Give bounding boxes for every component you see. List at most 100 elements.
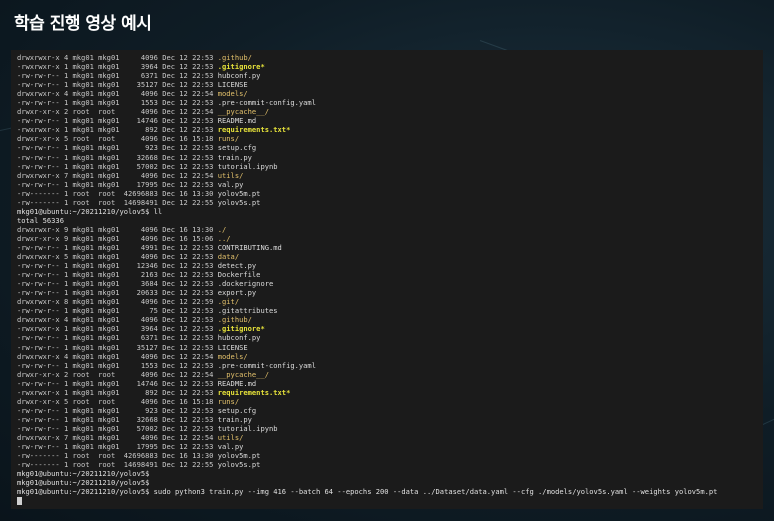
file-permissions: -rwxrwxr-x 1 mkg01 mkg01 (17, 125, 120, 135)
file-meta: 4096 Dec 12 22:54 (119, 432, 218, 442)
terminal-line: -rw-rw-r-- 1 mkg01 mkg01 923 Dec 12 22:5… (17, 143, 757, 152)
file-permissions: drwxr-xr-x 5 root root (17, 396, 120, 406)
terminal-line: drwxr-xr-x 2 root root 4096 Dec 12 22:54… (17, 107, 757, 116)
file-meta: 4096 Dec 12 22:54 (119, 369, 218, 379)
file-meta: 57002 Dec 12 22:53 (119, 161, 218, 171)
file-permissions: drwxrwxr-x 9 mkg01 mkg01 (17, 224, 120, 234)
file-name: CONTRIBUTING.md (217, 242, 282, 252)
terminal-line (17, 496, 757, 506)
file-name: requirements.txt* (217, 125, 291, 135)
terminal-line: total 56336 (17, 216, 757, 225)
file-permissions: -rw-rw-r-- 1 mkg01 mkg01 (17, 288, 120, 298)
file-meta: 4096 Dec 16 15:18 (119, 134, 218, 144)
file-name: yolov5s.pt (217, 197, 261, 207)
file-name: tutorial.ipynb (217, 423, 278, 433)
terminal-line: drwxrwxr-x 9 mkg01 mkg01 4096 Dec 16 13:… (17, 225, 757, 234)
terminal-line: mkg01@ubuntu:~/20211210/yolov5$ sudo pyt… (17, 487, 757, 496)
file-name: runs/ (217, 134, 240, 144)
file-meta: 17995 Dec 12 22:53 (119, 442, 218, 452)
file-name: utils/ (217, 170, 244, 180)
file-meta: 14746 Dec 12 22:53 (119, 116, 218, 126)
file-name: .github/ (217, 53, 252, 62)
prompt-text: mkg01@ubuntu:~/20211210/yolov5$ (17, 469, 150, 479)
file-meta: 892 Dec 12 22:53 (119, 125, 218, 135)
file-name: hubconf.py (217, 333, 261, 343)
file-name: yolov5m.pt (217, 188, 261, 198)
file-name: train.py (217, 152, 252, 162)
terminal-line: drwxr-xr-x 2 root root 4096 Dec 12 22:54… (17, 370, 757, 379)
terminal-line: mkg01@ubuntu:~/20211210/yolov5$ (17, 469, 757, 478)
file-name: detect.py (217, 261, 257, 271)
file-permissions: -rw-rw-r-- 1 mkg01 mkg01 (17, 342, 120, 352)
terminal-line: drwxrwxr-x 4 mkg01 mkg01 4096 Dec 12 22:… (17, 352, 757, 361)
file-meta: 3964 Dec 12 22:53 (119, 324, 218, 334)
file-meta: 42696883 Dec 16 13:30 (119, 188, 218, 198)
file-permissions: -rw-rw-r-- 1 mkg01 mkg01 (17, 333, 120, 343)
file-name: models/ (217, 351, 248, 361)
terminal-line: -rw-rw-r-- 1 mkg01 mkg01 2163 Dec 12 22:… (17, 270, 757, 279)
file-meta: 923 Dec 12 22:53 (119, 143, 218, 153)
file-name: ./ (217, 224, 227, 234)
file-permissions: -rw-rw-r-- 1 mkg01 mkg01 (17, 306, 120, 316)
terminal-line: -rw-rw-r-- 1 mkg01 mkg01 57002 Dec 12 22… (17, 424, 757, 433)
terminal-line: drwxrwxr-x 4 mkg01 mkg01 4096 Dec 12 22:… (17, 315, 757, 324)
terminal-line: -rw-rw-r-- 1 mkg01 mkg01 6371 Dec 12 22:… (17, 333, 757, 342)
terminal-line: drwxr-xr-x 5 root root 4096 Dec 16 15:18… (17, 134, 757, 143)
file-permissions: -rw-rw-r-- 1 mkg01 mkg01 (17, 442, 120, 452)
file-permissions: -rw-rw-r-- 1 mkg01 mkg01 (17, 116, 120, 126)
file-name: .gitattributes (217, 306, 278, 316)
terminal-line: -rw-rw-r-- 1 mkg01 mkg01 12346 Dec 12 22… (17, 261, 757, 270)
file-permissions: drwxrwxr-x 8 mkg01 mkg01 (17, 297, 120, 307)
file-meta: 4096 Dec 12 22:53 (119, 53, 218, 62)
file-meta: 4096 Dec 12 22:53 (119, 315, 218, 325)
file-meta: 4096 Dec 12 22:59 (119, 297, 218, 307)
file-meta: 4096 Dec 12 22:54 (119, 351, 218, 361)
file-permissions: -rwxrwxr-x 1 mkg01 mkg01 (17, 387, 120, 397)
terminal-line: drwxrwxr-x 7 mkg01 mkg01 4096 Dec 12 22:… (17, 433, 757, 442)
terminal-line: -rw-rw-r-- 1 mkg01 mkg01 1553 Dec 12 22:… (17, 361, 757, 370)
file-meta: 1553 Dec 12 22:53 (119, 98, 218, 108)
file-name: utils/ (217, 432, 244, 442)
file-permissions: -rw------- 1 root root (17, 188, 120, 198)
terminal-line: -rw-rw-r-- 1 mkg01 mkg01 923 Dec 12 22:5… (17, 406, 757, 415)
file-permissions: -rw-rw-r-- 1 mkg01 mkg01 (17, 378, 120, 388)
file-permissions: -rw-rw-r-- 1 mkg01 mkg01 (17, 261, 120, 271)
file-permissions: -rw------- 1 root root (17, 197, 120, 207)
file-name: setup.cfg (217, 143, 257, 153)
terminal-line: drwxr-xr-x 5 root root 4096 Dec 16 15:18… (17, 397, 757, 406)
terminal-line: drwxrwxr-x 5 mkg01 mkg01 4096 Dec 12 22:… (17, 252, 757, 261)
file-meta: 4991 Dec 12 22:53 (119, 242, 218, 252)
file-name: __pycache__/ (217, 107, 269, 117)
prompt-text: mkg01@ubuntu:~/20211210/yolov5$ sudo pyt… (17, 487, 718, 497)
file-name: README.md (217, 116, 257, 126)
file-meta: 4096 Dec 16 13:30 (119, 224, 218, 234)
file-meta: 32668 Dec 12 22:53 (119, 414, 218, 424)
file-meta: 4096 Dec 12 22:53 (119, 252, 218, 262)
file-meta: 923 Dec 12 22:53 (119, 405, 218, 415)
terminal-line: mkg01@ubuntu:~/20211210/yolov5$ (17, 478, 757, 487)
file-permissions: -rw-rw-r-- 1 mkg01 mkg01 (17, 360, 120, 370)
file-permissions: -rwxrwxr-x 1 mkg01 mkg01 (17, 324, 120, 334)
terminal-line: -rwxrwxr-x 1 mkg01 mkg01 892 Dec 12 22:5… (17, 388, 757, 397)
file-meta: 75 Dec 12 22:53 (119, 306, 218, 316)
terminal-window[interactable]: drwxrwxr-x 4 mkg01 mkg01 4096 Dec 12 22:… (11, 50, 763, 509)
file-name: data/ (217, 252, 240, 262)
file-name: .pre-commit-config.yaml (217, 360, 316, 370)
terminal-line: -rw-rw-r-- 1 mkg01 mkg01 1553 Dec 12 22:… (17, 98, 757, 107)
file-meta: 6371 Dec 12 22:53 (119, 333, 218, 343)
terminal-line: -rw------- 1 root root 14698491 Dec 12 2… (17, 460, 757, 469)
file-meta: 14746 Dec 12 22:53 (119, 378, 218, 388)
file-permissions: -rw-rw-r-- 1 mkg01 mkg01 (17, 152, 120, 162)
file-permissions: -rw-rw-r-- 1 mkg01 mkg01 (17, 71, 120, 81)
file-permissions: -rw-rw-r-- 1 mkg01 mkg01 (17, 179, 120, 189)
file-name: __pycache__/ (217, 369, 269, 379)
file-meta: 3964 Dec 12 22:53 (119, 62, 218, 72)
terminal-line: -rw------- 1 root root 42696883 Dec 16 1… (17, 189, 757, 198)
file-permissions: -rw-rw-r-- 1 mkg01 mkg01 (17, 279, 120, 289)
file-meta: 35127 Dec 12 22:53 (119, 80, 218, 90)
file-name: requirements.txt* (217, 387, 291, 397)
file-name: yolov5s.pt (217, 460, 261, 470)
file-name: LICENSE (217, 80, 248, 90)
file-permissions: drwxrwxr-x 7 mkg01 mkg01 (17, 170, 120, 180)
file-name: .github/ (217, 315, 252, 325)
